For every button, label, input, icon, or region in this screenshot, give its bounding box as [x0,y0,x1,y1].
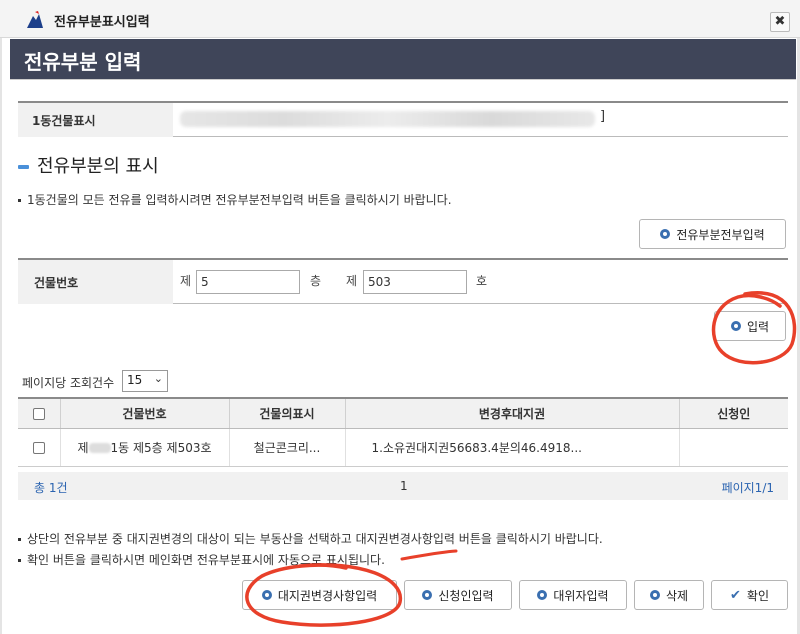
ring-icon [537,590,548,600]
header-divider [10,79,796,80]
row-building-prefix: 제 [77,440,89,455]
room-prefix: 제 [346,274,358,288]
select-all-header[interactable] [18,397,61,429]
room-input[interactable] [363,270,467,294]
rights-table: 건물번호 건물의표시 변경후대지권 신청인 제 1동 제5층 제503호 철근콘크… [18,397,788,467]
all-input-label: 전유부분전부입력 [676,227,765,242]
building-label: 1동건물표시 [18,103,173,137]
row-building-number: 제 1동 제5층 제503호 [60,428,230,467]
row-applicant [679,428,788,467]
page-of-indicator: 페이지1/1 [721,481,774,495]
col-applicant: 신청인 [679,397,788,429]
building-value: ] [180,107,780,133]
floor-input[interactable] [196,270,300,294]
applicant-input-button[interactable]: 신청인입력 [404,580,512,610]
total-count: 총 1건 [34,481,68,495]
all-input-button[interactable]: 전유부분전부입력 [639,219,786,249]
bullet-icon [18,199,21,202]
notice-text: 1동건물의 모든 전유를 입력하시려면 전유부분전부입력 버튼을 클릭하시기 바… [27,193,452,207]
building-number-label: 건물번호 [18,260,173,304]
col-building-display: 건물의표시 [229,397,346,429]
table-header-row: 건물번호 건물의표시 변경후대지권 신청인 [18,397,788,429]
notice-text: 확인 버튼을 클릭하시면 메인화면 전유부분표시에 자동으로 표시됩니다. [27,553,385,567]
table-row[interactable]: 제 1동 제5층 제503호 철근콘크리... 1.소유권대지권56683.4분의… [18,428,788,467]
page-title: 전유부분 입력 [24,50,142,74]
row-select-cell[interactable] [18,428,61,467]
ring-icon [649,590,660,600]
row-rights-after: 1.소유권대지권56683.4분의46.4918... [345,428,680,467]
input-button[interactable]: 입력 [714,311,786,341]
row-building-display: 철근콘크리... [229,428,346,467]
per-page-value: 15 [127,373,143,387]
page-number-link[interactable]: 1 [400,479,408,493]
header-band: 전유부분 입력 [10,39,796,79]
redacted-address [180,111,595,127]
redacted-dong [88,443,111,453]
rights-change-label: 대지권변경사항입력 [277,588,378,603]
delete-button[interactable]: 삭제 [634,580,704,610]
notice-text: 상단의 전유부분 중 대지권변경의 대상이 되는 부동산을 선택하고 대지권변경… [27,532,603,546]
section-title-text: 전유부분의 표시 [37,156,159,177]
section-title: 전유부분의 표시 [18,152,159,178]
bullet-icon [18,538,21,541]
ring-icon [660,229,671,239]
notice-all-input: 1동건물의 모든 전유를 입력하시려면 전유부분전부입력 버튼을 클릭하시기 바… [18,191,452,208]
window-title: 전유부분표시입력 [54,15,150,30]
floor-prefix: 제 [180,274,192,288]
building-display-row: 1동건물표시 ] [18,101,788,137]
window-frame-left [0,38,2,634]
building-number-row: 건물번호 제 층 제 호 [18,258,788,304]
window-titlebar: 전유부분표시입력 ✖ [0,0,800,38]
building-value-suffix: ] [600,109,606,124]
ring-icon [261,590,272,600]
confirm-button[interactable]: ✔ 확인 [711,580,788,610]
notice-confirm: 확인 버튼을 클릭하시면 메인화면 전유부분표시에 자동으로 표시됩니다. [18,551,385,568]
room-suffix: 호 [476,274,488,288]
col-building-number: 건물번호 [60,397,230,429]
agent-label: 대위자입력 [553,588,609,603]
rights-change-input-button[interactable]: 대지권변경사항입력 [242,580,397,610]
chevron-down-icon: ⌄ [153,372,163,385]
delete-label: 삭제 [665,588,689,603]
agent-input-button[interactable]: 대위자입력 [519,580,627,610]
per-page-select[interactable]: 15 ⌄ [122,370,168,392]
applicant-label: 신청인입력 [438,588,494,603]
app-icon [27,11,43,28]
ring-icon [422,590,433,600]
input-label: 입력 [746,319,770,334]
per-page-label: 페이지당 조회건수 [22,376,115,390]
ring-icon [730,321,741,331]
select-all-checkbox[interactable] [32,407,45,420]
row-building-rest: 1동 제5층 제503호 [110,440,212,455]
col-rights-after: 변경후대지권 [345,397,680,429]
section-bullet-icon [18,165,29,169]
check-icon: ✔ [730,587,741,603]
pager-bar: 총 1건 1 페이지1/1 [18,472,788,500]
annotation-underline [400,549,458,561]
floor-suffix: 층 [310,274,322,288]
row-checkbox[interactable] [32,441,45,454]
notice-rights-change: 상단의 전유부분 중 대지권변경의 대상이 되는 부동산을 선택하고 대지권변경… [18,530,603,547]
close-icon[interactable]: ✖ [770,12,790,32]
confirm-label: 확인 [746,588,769,603]
bullet-icon [18,559,21,562]
